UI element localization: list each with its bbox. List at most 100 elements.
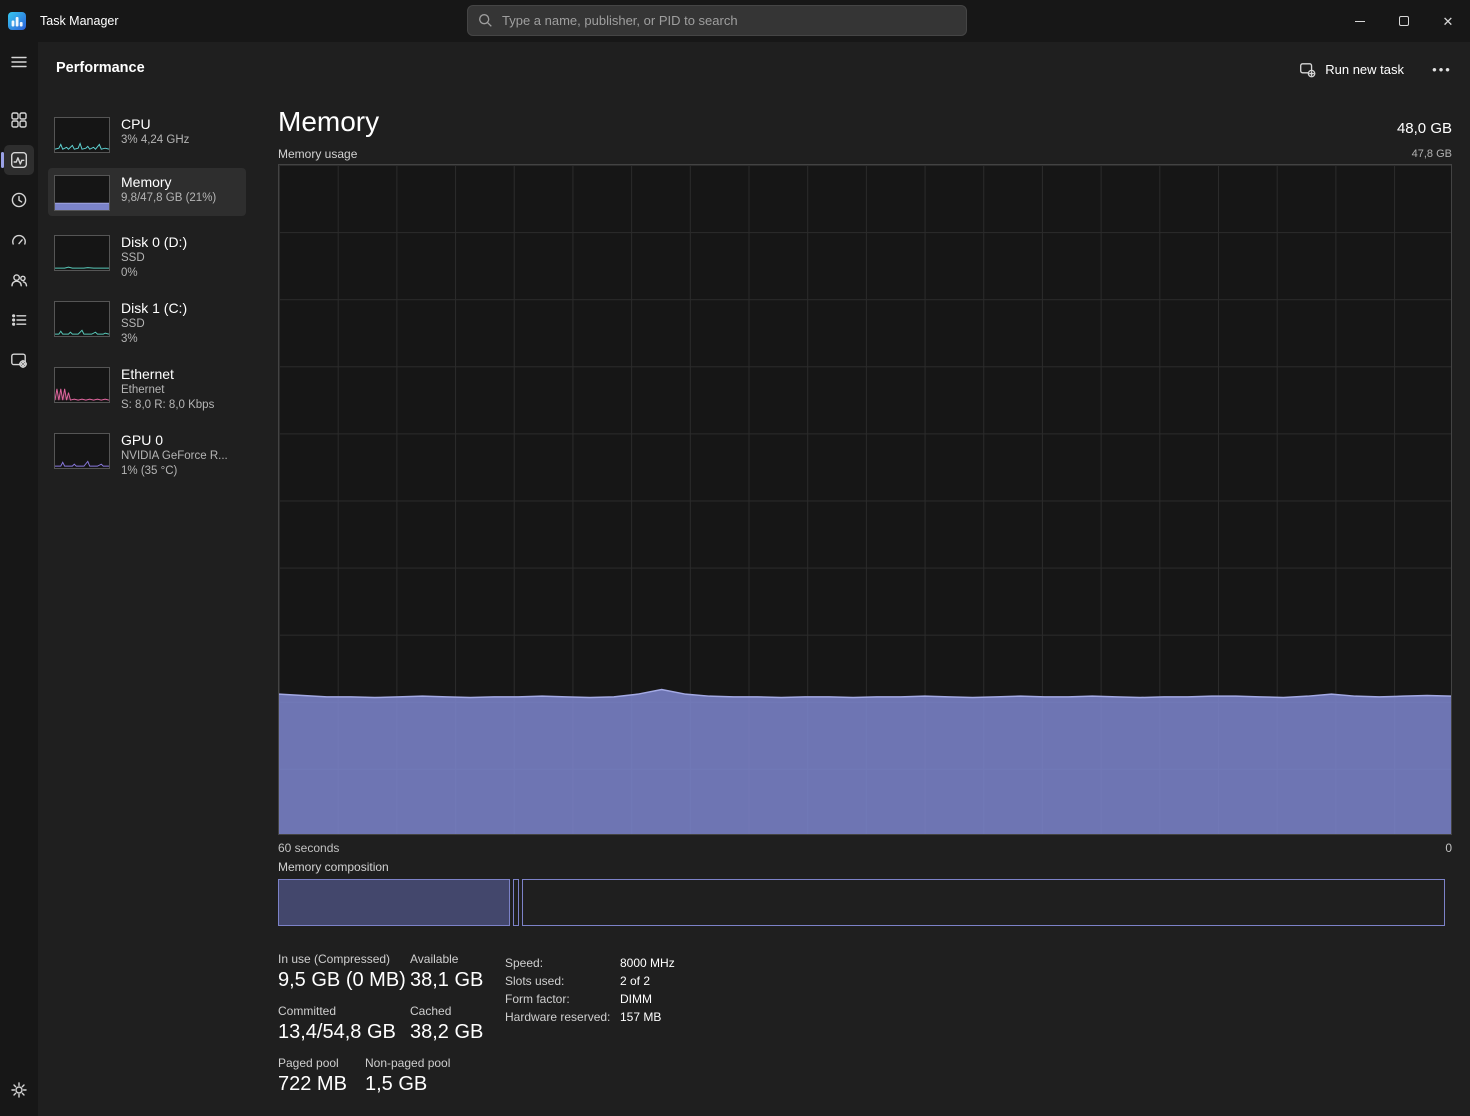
rail-item-app-history[interactable] [0, 180, 38, 220]
sidebar-item-stat2: 1% (35 °C) [121, 464, 228, 479]
stat-value: 38,1 GB [410, 969, 483, 992]
minimize-button[interactable] [1338, 0, 1382, 42]
startup-apps-icon [10, 231, 28, 249]
app-title: Task Manager [40, 14, 119, 28]
maximize-icon [1399, 16, 1409, 26]
stat-value: 1,5 GB [365, 1073, 450, 1096]
details-icon [10, 311, 28, 329]
stat-label: Paged pool [278, 1056, 365, 1070]
composition-standby-segment [522, 879, 1445, 926]
usage-axis-max: 47,8 GB [1412, 148, 1452, 160]
menu-button[interactable] [0, 42, 38, 82]
stat-value: 722 MB [278, 1073, 365, 1096]
stat-label: Available [410, 952, 483, 966]
stat-value: 38,2 GB [410, 1021, 483, 1044]
memory-capacity: 48,0 GB [1397, 120, 1452, 137]
hw-label: Hardware reserved: [505, 1008, 620, 1026]
sidebar-item-stat: SSD [121, 251, 187, 266]
rail-item-users[interactable] [0, 260, 38, 300]
memory-minigraph [54, 175, 110, 211]
hw-value: 2 of 2 [620, 972, 650, 990]
navigation-rail [0, 42, 38, 1116]
disk1-minigraph [54, 301, 110, 337]
search-input[interactable] [502, 13, 956, 28]
hw-value: 157 MB [620, 1008, 661, 1026]
sidebar-item-cpu[interactable]: CPU 3% 4,24 GHz [48, 110, 246, 158]
cpu-minigraph [54, 117, 110, 153]
maximize-button[interactable] [1382, 0, 1426, 42]
sidebar-item-stat: 3% 4,24 GHz [121, 133, 189, 148]
disk0-minigraph [54, 235, 110, 271]
sidebar-item-disk1[interactable]: Disk 1 (C:) SSD 3% [48, 294, 246, 352]
rail-item-details[interactable] [0, 300, 38, 340]
memory-composition-label: Memory composition [278, 860, 389, 874]
hw-label: Speed: [505, 954, 620, 972]
page-title: Performance [56, 60, 145, 76]
sidebar-item-title: Ethernet [121, 365, 214, 383]
titlebar: Task Manager ✕ [0, 0, 1470, 42]
stat-label: Committed [278, 1004, 410, 1018]
sidebar-item-stat: 9,8/47,8 GB (21%) [121, 191, 216, 206]
sidebar-item-stat: NVIDIA GeForce R... [121, 449, 228, 464]
rail-item-settings[interactable] [0, 1070, 38, 1110]
hw-label: Slots used: [505, 972, 620, 990]
memory-usage-area [279, 165, 1451, 834]
stat-label: In use (Compressed) [278, 952, 410, 966]
composition-in-use-segment [278, 879, 510, 926]
close-button[interactable]: ✕ [1426, 0, 1470, 42]
app-history-icon [10, 191, 28, 209]
sidebar-item-ethernet[interactable]: Ethernet Ethernet S: 8,0 R: 8,0 Kbps [48, 360, 246, 418]
rail-item-services[interactable] [0, 340, 38, 380]
performance-icon [10, 151, 28, 169]
sidebar-item-title: Disk 0 (D:) [121, 233, 187, 251]
hw-value: DIMM [620, 990, 652, 1008]
sidebar-item-stat: SSD [121, 317, 187, 332]
services-icon [10, 351, 28, 369]
users-icon [10, 271, 28, 289]
rail-item-startup-apps[interactable] [0, 220, 38, 260]
ethernet-minigraph [54, 367, 110, 403]
sidebar-item-stat: Ethernet [121, 383, 214, 398]
sidebar-item-disk0[interactable]: Disk 0 (D:) SSD 0% [48, 228, 246, 286]
sidebar-item-memory[interactable]: Memory 9,8/47,8 GB (21%) [48, 168, 246, 216]
search-icon [478, 13, 493, 28]
hw-value: 8000 MHz [620, 954, 675, 972]
stat-label: Non-paged pool [365, 1056, 450, 1070]
hardware-info: Speed: 8000 MHz Slots used: 2 of 2 Form … [505, 954, 675, 1026]
gpu-minigraph [54, 433, 110, 469]
sidebar-item-stat2: S: 8,0 R: 8,0 Kbps [121, 398, 214, 413]
performance-sidebar: CPU 3% 4,24 GHz Memory 9,8/47,8 GB (21%)… [48, 110, 246, 530]
run-new-task-icon [1299, 61, 1316, 78]
chart-time-left: 60 seconds [278, 841, 339, 855]
memory-usage-chart [278, 164, 1452, 835]
sidebar-item-title: CPU [121, 115, 189, 133]
rail-item-performance[interactable] [0, 140, 38, 180]
memory-panel-title: Memory [278, 106, 379, 138]
hw-label: Form factor: [505, 990, 620, 1008]
processes-icon [10, 111, 28, 129]
composition-modified-segment [513, 879, 519, 926]
hamburger-icon [10, 53, 28, 71]
search-box[interactable] [467, 5, 967, 36]
task-manager-logo-icon [8, 12, 26, 30]
stat-label: Cached [410, 1004, 483, 1018]
stat-value: 13,4/54,8 GB [278, 1021, 410, 1044]
minimize-icon [1355, 21, 1365, 22]
more-options-button[interactable]: ••• [1426, 54, 1458, 84]
memory-usage-label: Memory usage [278, 147, 357, 161]
sidebar-item-title: Disk 1 (C:) [121, 299, 187, 317]
sidebar-item-title: Memory [121, 173, 216, 191]
sidebar-item-stat2: 3% [121, 332, 187, 347]
run-new-task-label: Run new task [1325, 62, 1404, 77]
ellipsis-icon: ••• [1432, 62, 1452, 77]
memory-stats: In use (Compressed) 9,5 GB (0 MB) Availa… [278, 952, 483, 1108]
memory-composition-bar [278, 879, 1452, 926]
sidebar-item-stat2: 0% [121, 266, 187, 281]
stat-value: 9,5 GB (0 MB) [278, 969, 410, 992]
sidebar-item-gpu0[interactable]: GPU 0 NVIDIA GeForce R... 1% (35 °C) [48, 426, 246, 484]
rail-item-processes[interactable] [0, 100, 38, 140]
sidebar-item-title: GPU 0 [121, 431, 228, 449]
settings-gear-icon [10, 1081, 28, 1099]
close-icon: ✕ [1443, 15, 1454, 28]
run-new-task-button[interactable]: Run new task [1289, 54, 1414, 84]
